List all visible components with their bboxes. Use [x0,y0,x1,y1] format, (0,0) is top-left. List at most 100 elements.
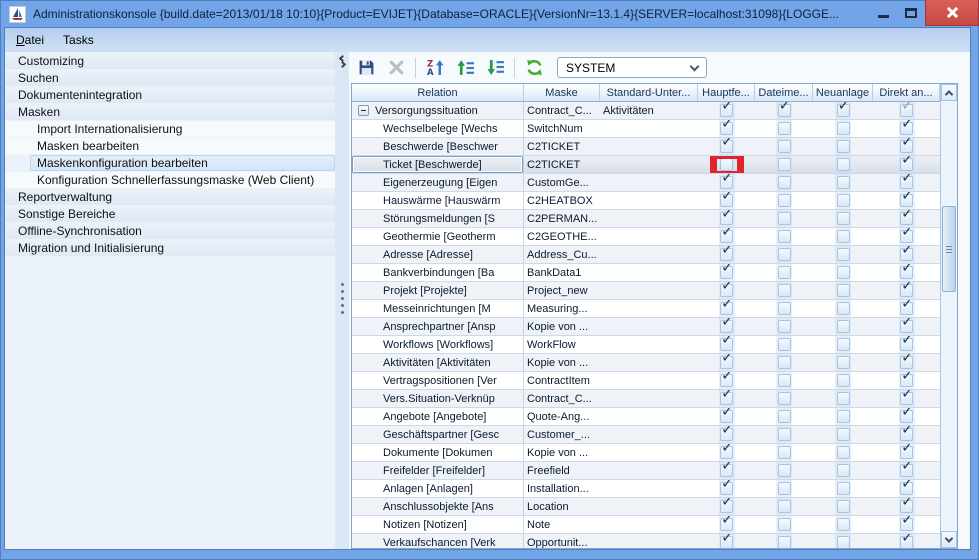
sidebar-item-konfiguration-schnellerfassungsmaske-web[interactable]: Konfiguration Schnellerfassungsmaske (We… [5,172,335,188]
cell-maske[interactable]: Measuring... [524,300,600,317]
scroll-down-button[interactable] [941,531,957,548]
checkbox-cell-hauptfenster[interactable]: ✓ [698,138,755,155]
table-row[interactable]: Geschäftspartner [Gesc Customer_... ✓ ✓ [352,426,940,444]
checkbox[interactable] [778,536,791,548]
checkbox-cell-hauptfenster[interactable]: ✓ [698,228,755,245]
cell-maske[interactable]: Freefield [524,462,600,479]
checkbox-cell-hauptfenster[interactable]: ✓ [698,444,755,461]
checkbox[interactable]: ✓ [720,446,733,459]
cell-maske[interactable]: Kopie von ... [524,318,600,335]
cell-standard-unterrelation[interactable] [600,192,698,209]
checkbox-cell-direkt[interactable]: ✓ [873,120,940,137]
cell-maske[interactable]: Note [524,516,600,533]
cell-standard-unterrelation[interactable] [600,210,698,227]
checkbox[interactable]: ✓ [900,464,913,477]
checkbox[interactable] [837,392,850,405]
cell-maske[interactable]: BankData1 [524,264,600,281]
menu-tasks[interactable]: Tasks [63,33,94,47]
cell-standard-unterrelation[interactable]: Aktivitäten [600,102,698,119]
table-row[interactable]: Angebote [Angebote] Quote-Ang... ✓ ✓ [352,408,940,426]
checkbox[interactable]: ✓ [720,338,733,351]
table-row[interactable]: Freifelder [Freifelder] Freefield ✓ ✓ [352,462,940,480]
cell-maske[interactable]: C2PERMAN... [524,210,600,227]
table-row[interactable]: Hauswärme [Hauswärm C2HEATBOX ✓ ✓ [352,192,940,210]
checkbox[interactable] [778,482,791,495]
checkbox[interactable]: ✓ [900,158,913,171]
cell-standard-unterrelation[interactable] [600,498,698,515]
cell-standard-unterrelation[interactable] [600,174,698,191]
cell-standard-unterrelation[interactable] [600,516,698,533]
cell-relation[interactable]: Beschwerde [Beschwer [352,138,524,155]
checkbox[interactable]: ✓ [720,392,733,405]
table-row[interactable]: Ticket [Beschwerde] C2TICKET ✓ [352,156,940,174]
cell-standard-unterrelation[interactable] [600,462,698,479]
splitter-handle[interactable] [335,52,349,549]
cell-maske[interactable]: C2TICKET [524,138,600,155]
table-row[interactable]: Eigenerzeugung [Eigen CustomGe... ✓ ✓ [352,174,940,192]
checkbox[interactable]: ✓ [837,104,850,117]
checkbox[interactable] [778,428,791,441]
table-row[interactable]: Ansprechpartner [Ansp Kopie von ... ✓ ✓ [352,318,940,336]
checkbox[interactable]: ✓ [720,284,733,297]
cell-standard-unterrelation[interactable] [600,426,698,443]
table-row[interactable]: Bankverbindungen [Ba BankData1 ✓ ✓ [352,264,940,282]
checkbox[interactable]: ✓ [900,284,913,297]
cell-relation[interactable]: Vertragspositionen [Ver [352,372,524,389]
sort-button[interactable]: Z A [424,57,446,79]
checkbox[interactable]: ✓ [720,356,733,369]
checkbox-cell-direkt[interactable]: ✓ [873,516,940,533]
cell-maske[interactable]: C2GEOTHE... [524,228,600,245]
profile-select[interactable]: SYSTEM [557,57,707,78]
checkbox[interactable] [837,302,850,315]
checkbox[interactable]: ✓ [720,230,733,243]
checkbox-cell-dateimenge[interactable] [755,336,813,353]
sidebar-item-migration-und-initialisierung[interactable]: Migration und Initialisierung [5,240,335,256]
table-row[interactable]: Wechselbelege [Wechs SwitchNum ✓ ✓ [352,120,940,138]
sidebar-item-customizing[interactable]: Customizing [5,53,335,69]
sidebar-item-masken-bearbeiten[interactable]: Masken bearbeiten [5,138,335,154]
checkbox-cell-neuanlage[interactable] [813,282,873,299]
checkbox[interactable]: ✓ [720,374,733,387]
checkbox[interactable]: ✓ [900,212,913,225]
cell-standard-unterrelation[interactable] [600,390,698,407]
checkbox[interactable] [837,410,850,423]
checkbox[interactable]: ✓ [720,536,733,548]
checkbox-cell-dateimenge[interactable] [755,390,813,407]
checkbox-cell-hauptfenster[interactable]: ✓ [698,480,755,497]
checkbox[interactable]: ✓ [900,140,913,153]
checkbox-cell-neuanlage[interactable] [813,138,873,155]
checkbox-cell-direkt[interactable]: ✓ [873,462,940,479]
checkbox-cell-dateimenge[interactable] [755,534,813,548]
cell-standard-unterrelation[interactable] [600,336,698,353]
checkbox-cell-neuanlage[interactable] [813,444,873,461]
checkbox[interactable]: ✓ [900,356,913,369]
checkbox[interactable] [837,320,850,333]
checkbox[interactable]: ✓ [900,194,913,207]
cell-relation[interactable]: Bankverbindungen [Ba [352,264,524,281]
cell-maske[interactable]: WorkFlow [524,336,600,353]
checkbox-cell-dateimenge[interactable] [755,138,813,155]
checkbox[interactable]: ✓ [900,536,913,548]
checkbox-cell-direkt[interactable]: ✓ [873,390,940,407]
checkbox-cell-direkt[interactable]: ✓ [873,192,940,209]
checkbox[interactable]: ✓ [720,140,733,153]
checkbox-cell-hauptfenster[interactable]: ✓ [698,534,755,548]
checkbox-cell-dateimenge[interactable] [755,282,813,299]
checkbox[interactable]: ✓ [900,446,913,459]
checkbox-cell-direkt[interactable]: ✓ [873,534,940,548]
checkbox-cell-dateimenge[interactable] [755,516,813,533]
checkbox[interactable] [837,446,850,459]
checkbox-cell-neuanlage[interactable] [813,462,873,479]
delete-button[interactable] [385,57,407,79]
checkbox[interactable]: ✓ [900,428,913,441]
checkbox[interactable] [837,140,850,153]
cell-maske[interactable]: SwitchNum [524,120,600,137]
checkbox-cell-direkt[interactable]: ✓ [873,156,940,173]
checkbox[interactable] [778,158,791,171]
checkbox-cell-dateimenge[interactable] [755,354,813,371]
checkbox[interactable] [837,266,850,279]
checkbox-cell-direkt[interactable]: ✓ [873,336,940,353]
checkbox[interactable]: ✓ [900,266,913,279]
checkbox-cell-neuanlage[interactable] [813,390,873,407]
checkbox-cell-neuanlage[interactable] [813,498,873,515]
